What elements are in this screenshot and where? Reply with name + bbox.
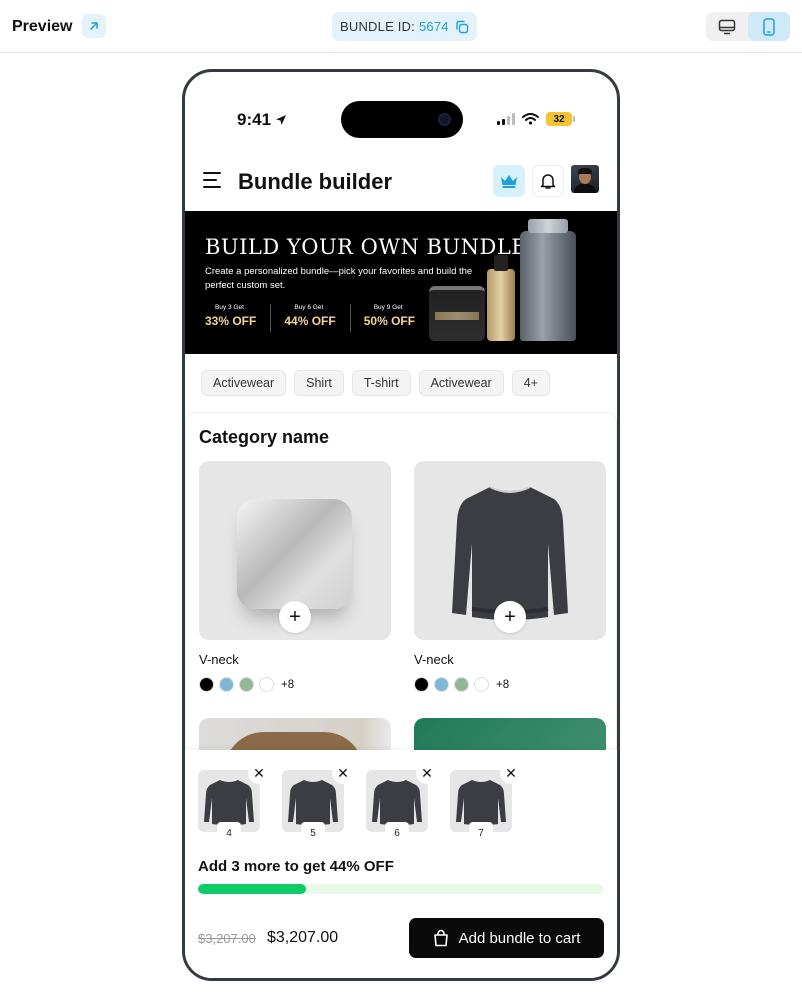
camera-icon — [438, 113, 451, 126]
bell-icon — [540, 174, 556, 189]
filter-chip[interactable]: Activewear — [418, 370, 504, 396]
filter-chip-more[interactable]: 4+ — [511, 370, 550, 396]
page-title: Bundle builder — [238, 169, 392, 194]
product-card[interactable]: + V-neck +8 — [199, 461, 391, 692]
arrow-up-right-icon — [90, 22, 98, 30]
add-to-bundle-button[interactable]: + — [494, 601, 526, 633]
phone-frame: 9:41 32 Bundle builder BUILD YOUR OWN BU… — [182, 69, 620, 981]
status-time-text: 9:41 — [237, 110, 272, 129]
phone-icon — [763, 17, 775, 36]
progress-fill — [198, 884, 306, 894]
color-swatch[interactable] — [474, 677, 489, 692]
signal-icon — [497, 113, 515, 125]
cream-tube-image — [520, 219, 576, 341]
item-number: 7 — [469, 822, 493, 844]
premium-button[interactable] — [493, 165, 525, 197]
selected-item[interactable]: ✕ 6 — [366, 762, 438, 844]
product-image: + — [414, 461, 606, 640]
offer-tier: Buy 6 Get 44% OFF — [284, 304, 351, 332]
color-swatches: +8 — [414, 677, 606, 692]
product-card[interactable]: + V-neck +8 — [414, 461, 606, 692]
cream-jar-image — [429, 286, 485, 341]
preview-label: Preview — [12, 18, 73, 35]
filter-chip[interactable]: Activewear — [201, 370, 287, 396]
discount-progress-bar — [198, 884, 604, 894]
category-title: Category name — [199, 427, 330, 447]
selected-item[interactable]: ✕ 4 — [198, 762, 270, 844]
dynamic-island — [341, 101, 463, 138]
bundle-id-value: 5674 — [418, 19, 449, 34]
color-swatch[interactable] — [199, 677, 214, 692]
remove-item-button[interactable]: ✕ — [248, 762, 270, 784]
bundle-id-badge: BUNDLE ID: 5674 — [332, 12, 477, 41]
item-number: 6 — [385, 822, 409, 844]
remove-item-button[interactable]: ✕ — [500, 762, 522, 784]
bundle-id-label: BUNDLE ID: — [340, 19, 415, 34]
bundle-tray: ✕ 4 ✕ 5 ✕ 6 ✕ 7 Add 3 more to get 44% OF… — [185, 750, 617, 978]
color-swatch[interactable] — [219, 677, 234, 692]
offer-condition: Buy 6 Get — [294, 304, 324, 311]
add-bundle-to-cart-button[interactable]: Add bundle to cart — [409, 918, 604, 958]
location-arrow-icon — [276, 115, 287, 125]
open-external-button[interactable] — [82, 14, 106, 38]
silver-cube-image — [237, 499, 352, 609]
mobile-view-button[interactable] — [748, 12, 790, 41]
notifications-button[interactable] — [532, 165, 564, 197]
serum-bottle-image — [487, 255, 515, 341]
item-number: 4 — [217, 822, 241, 844]
avatar[interactable] — [571, 165, 599, 193]
color-swatch[interactable] — [434, 677, 449, 692]
offer-tier: Buy 3 Get 33% OFF — [205, 304, 272, 332]
device-switch — [706, 12, 790, 41]
original-price: $3,207.00 — [198, 931, 256, 946]
filter-chip[interactable]: Shirt — [294, 370, 344, 396]
selected-item[interactable]: ✕ 5 — [282, 762, 354, 844]
banner-title: BUILD YOUR OWN BUNDLE. — [205, 235, 535, 259]
cart-button-label: Add bundle to cart — [458, 929, 581, 947]
offer-discount: 33% OFF — [205, 314, 257, 328]
product-name: V-neck — [199, 652, 239, 667]
filter-chips: Activewear Shirt T-shirt Activewear 4+ — [201, 370, 550, 396]
copy-icon[interactable] — [455, 20, 469, 34]
more-colors[interactable]: +8 — [496, 679, 509, 691]
wifi-icon — [522, 113, 539, 125]
color-swatch[interactable] — [414, 677, 429, 692]
offer-tier: Buy 9 Get 50% OFF — [364, 304, 429, 332]
filter-chip[interactable]: T-shirt — [351, 370, 411, 396]
crown-icon — [501, 175, 517, 188]
product-name: V-neck — [414, 652, 454, 667]
status-time: 9:41 — [237, 110, 287, 130]
add-to-bundle-button[interactable]: + — [279, 601, 311, 633]
selected-items: ✕ 4 ✕ 5 ✕ 6 ✕ 7 — [198, 762, 522, 844]
promo-banner[interactable]: BUILD YOUR OWN BUNDLE. Create a personal… — [185, 211, 617, 354]
banner-offers: Buy 3 Get 33% OFF Buy 6 Get 44% OFF Buy … — [205, 304, 442, 332]
shopping-bag-icon — [433, 929, 448, 947]
sweater-image — [452, 486, 568, 620]
battery-indicator: 32 — [546, 112, 575, 126]
color-swatch[interactable] — [454, 677, 469, 692]
discount-progress-text: Add 3 more to get 44% OFF — [198, 858, 394, 875]
item-number: 5 — [301, 822, 325, 844]
preview-toolbar: Preview BUNDLE ID: 5674 — [0, 0, 802, 53]
color-swatch[interactable] — [259, 677, 274, 692]
app-header: Bundle builder — [185, 160, 617, 204]
offer-condition: Buy 3 Get — [215, 304, 244, 311]
status-icons: 32 — [497, 112, 575, 126]
offer-discount: 50% OFF — [363, 314, 416, 328]
status-bar: 9:41 32 — [185, 72, 617, 152]
color-swatch[interactable] — [239, 677, 254, 692]
desktop-view-button[interactable] — [706, 12, 748, 41]
monitor-icon — [718, 19, 736, 34]
product-image: + — [199, 461, 391, 640]
remove-item-button[interactable]: ✕ — [332, 762, 354, 784]
offer-condition: Buy 9 Get — [373, 304, 403, 311]
color-swatches: +8 — [199, 677, 391, 692]
more-colors[interactable]: +8 — [281, 679, 294, 691]
bundle-price: $3,207.00 — [267, 929, 339, 946]
remove-item-button[interactable]: ✕ — [416, 762, 438, 784]
menu-icon[interactable] — [203, 172, 225, 192]
offer-discount: 44% OFF — [284, 314, 336, 328]
selected-item[interactable]: ✕ 7 — [450, 762, 522, 844]
